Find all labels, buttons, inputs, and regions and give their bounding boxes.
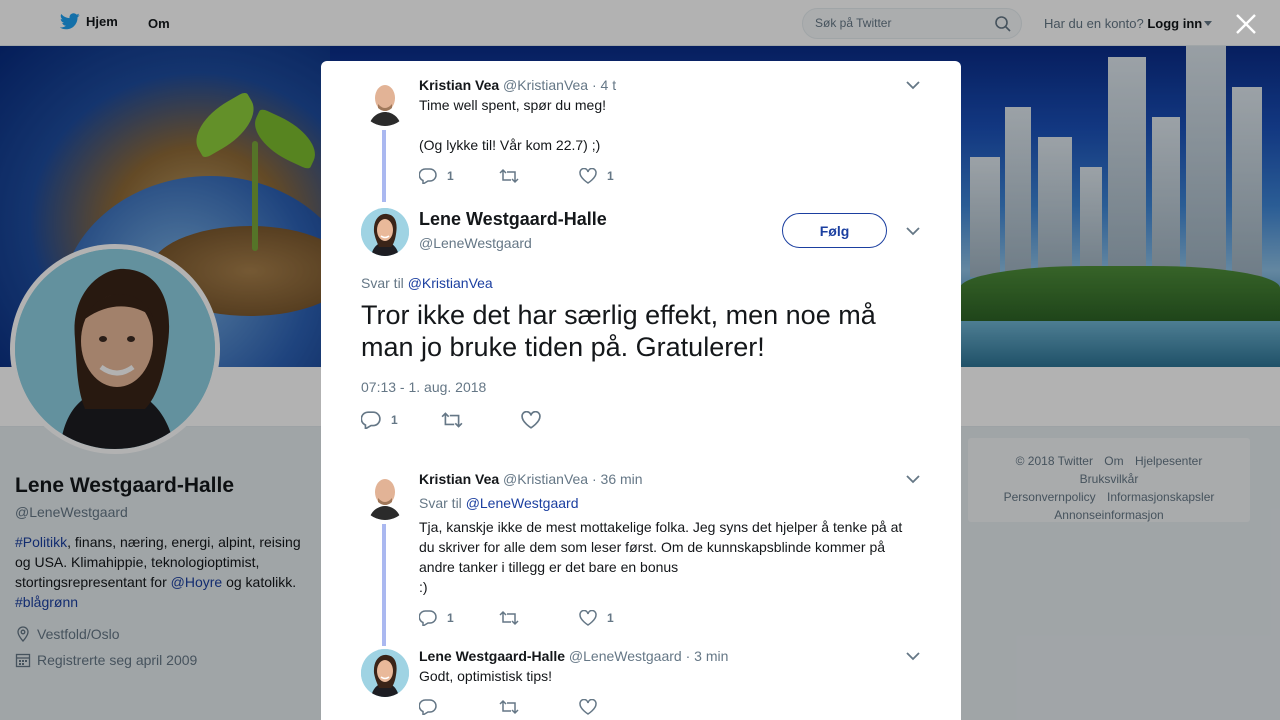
author-handle[interactable]: @KristianVea xyxy=(503,77,588,93)
tweet-timestamp[interactable]: 07:13 - 1. aug. 2018 xyxy=(361,379,486,395)
tweet-actions xyxy=(419,699,659,715)
man-portrait-image xyxy=(361,78,409,126)
heart-icon xyxy=(579,168,597,184)
tweet-text: :) xyxy=(419,579,428,595)
retweet-button[interactable] xyxy=(441,411,521,429)
woman-portrait-image xyxy=(361,208,409,256)
reply-button[interactable]: 1 xyxy=(361,411,441,429)
retweet-icon xyxy=(499,168,519,184)
reply-icon xyxy=(361,411,381,429)
tweet-header: Kristian Vea @KristianVea · 36 min xyxy=(419,471,643,487)
tweet-header: Lene Westgaard-Halle @LeneWestgaard · 3 … xyxy=(419,648,728,664)
heart-icon xyxy=(521,411,541,429)
reply-to-mention[interactable]: @KristianVea xyxy=(408,275,493,291)
tweet-time[interactable]: · 4 t xyxy=(592,77,616,93)
like-button[interactable] xyxy=(521,411,601,429)
tweet-actions: 1 1 xyxy=(419,610,659,626)
reply-to-prefix: Svar til xyxy=(361,275,404,291)
chevron-down-icon[interactable] xyxy=(905,79,921,91)
reply-button[interactable] xyxy=(419,699,499,715)
tweet-text: Godt, optimistisk tips! xyxy=(419,668,553,684)
author-name[interactable]: Kristian Vea xyxy=(419,471,499,487)
tweet-text: Tror ikke det har særlig effekt, men noe… xyxy=(361,300,876,362)
retweet-icon xyxy=(499,699,519,715)
reply-count: 1 xyxy=(447,169,454,183)
avatar[interactable] xyxy=(361,78,409,126)
tweet-actions: 1 xyxy=(361,411,601,429)
reply-icon xyxy=(419,168,437,184)
like-button[interactable]: 1 xyxy=(579,168,659,184)
retweet-icon xyxy=(499,610,519,626)
chevron-down-icon[interactable] xyxy=(905,225,921,237)
reply-icon xyxy=(419,610,437,626)
chevron-down-icon[interactable] xyxy=(905,473,921,485)
tweet-time[interactable]: · 36 min xyxy=(592,471,643,487)
retweet-button[interactable] xyxy=(499,610,579,626)
avatar[interactable] xyxy=(361,649,409,697)
reply-to-line: Svar til @LeneWestgaard xyxy=(419,495,579,511)
author-handle[interactable]: @KristianVea xyxy=(503,471,588,487)
heart-icon xyxy=(579,610,597,626)
like-count: 1 xyxy=(607,169,614,183)
close-icon[interactable] xyxy=(1234,12,1258,36)
thread-line xyxy=(382,524,386,646)
avatar[interactable] xyxy=(361,472,409,520)
like-button[interactable] xyxy=(579,699,659,715)
reply-to-mention[interactable]: @LeneWestgaard xyxy=(466,495,579,511)
reply-icon xyxy=(419,699,437,715)
tweet-header: Kristian Vea @KristianVea · 4 t xyxy=(419,77,616,93)
chevron-down-icon[interactable] xyxy=(905,650,921,662)
avatar[interactable] xyxy=(361,208,409,256)
like-button[interactable]: 1 xyxy=(579,610,659,626)
woman-portrait-image xyxy=(361,649,409,697)
man-portrait-image xyxy=(361,472,409,520)
tweet-text: Time well spent, spør du meg! xyxy=(419,97,606,113)
tweet-time[interactable]: · 3 min xyxy=(686,648,729,664)
like-count: 1 xyxy=(607,611,614,625)
author-name[interactable]: Kristian Vea xyxy=(419,77,499,93)
author-handle[interactable]: @LeneWestgaard xyxy=(419,235,532,251)
follow-button[interactable]: Følg xyxy=(782,213,887,248)
retweet-button[interactable] xyxy=(499,168,579,184)
author-name[interactable]: Lene Westgaard-Halle xyxy=(419,209,607,230)
author-handle[interactable]: @LeneWestgaard xyxy=(569,648,682,664)
heart-icon xyxy=(579,699,597,715)
reply-to-line: Svar til @KristianVea xyxy=(361,275,493,291)
tweet-text: (Og lykke til! Vår kom 22.7) ;) xyxy=(419,137,601,153)
reply-button[interactable]: 1 xyxy=(419,610,499,626)
reply-count: 1 xyxy=(447,611,454,625)
tweet-actions: 1 1 xyxy=(419,168,659,184)
reply-button[interactable]: 1 xyxy=(419,168,499,184)
tweet-text: Tja, kanskje ikke de mest mottakelige fo… xyxy=(419,519,903,575)
tweet-modal: Kristian Vea @KristianVea · 4 t Time wel… xyxy=(321,61,961,720)
thread-line xyxy=(382,130,386,202)
reply-count: 1 xyxy=(391,413,398,427)
reply-to-prefix: Svar til xyxy=(419,495,462,511)
retweet-button[interactable] xyxy=(499,699,579,715)
author-name[interactable]: Lene Westgaard-Halle xyxy=(419,648,565,664)
retweet-icon xyxy=(441,412,463,428)
